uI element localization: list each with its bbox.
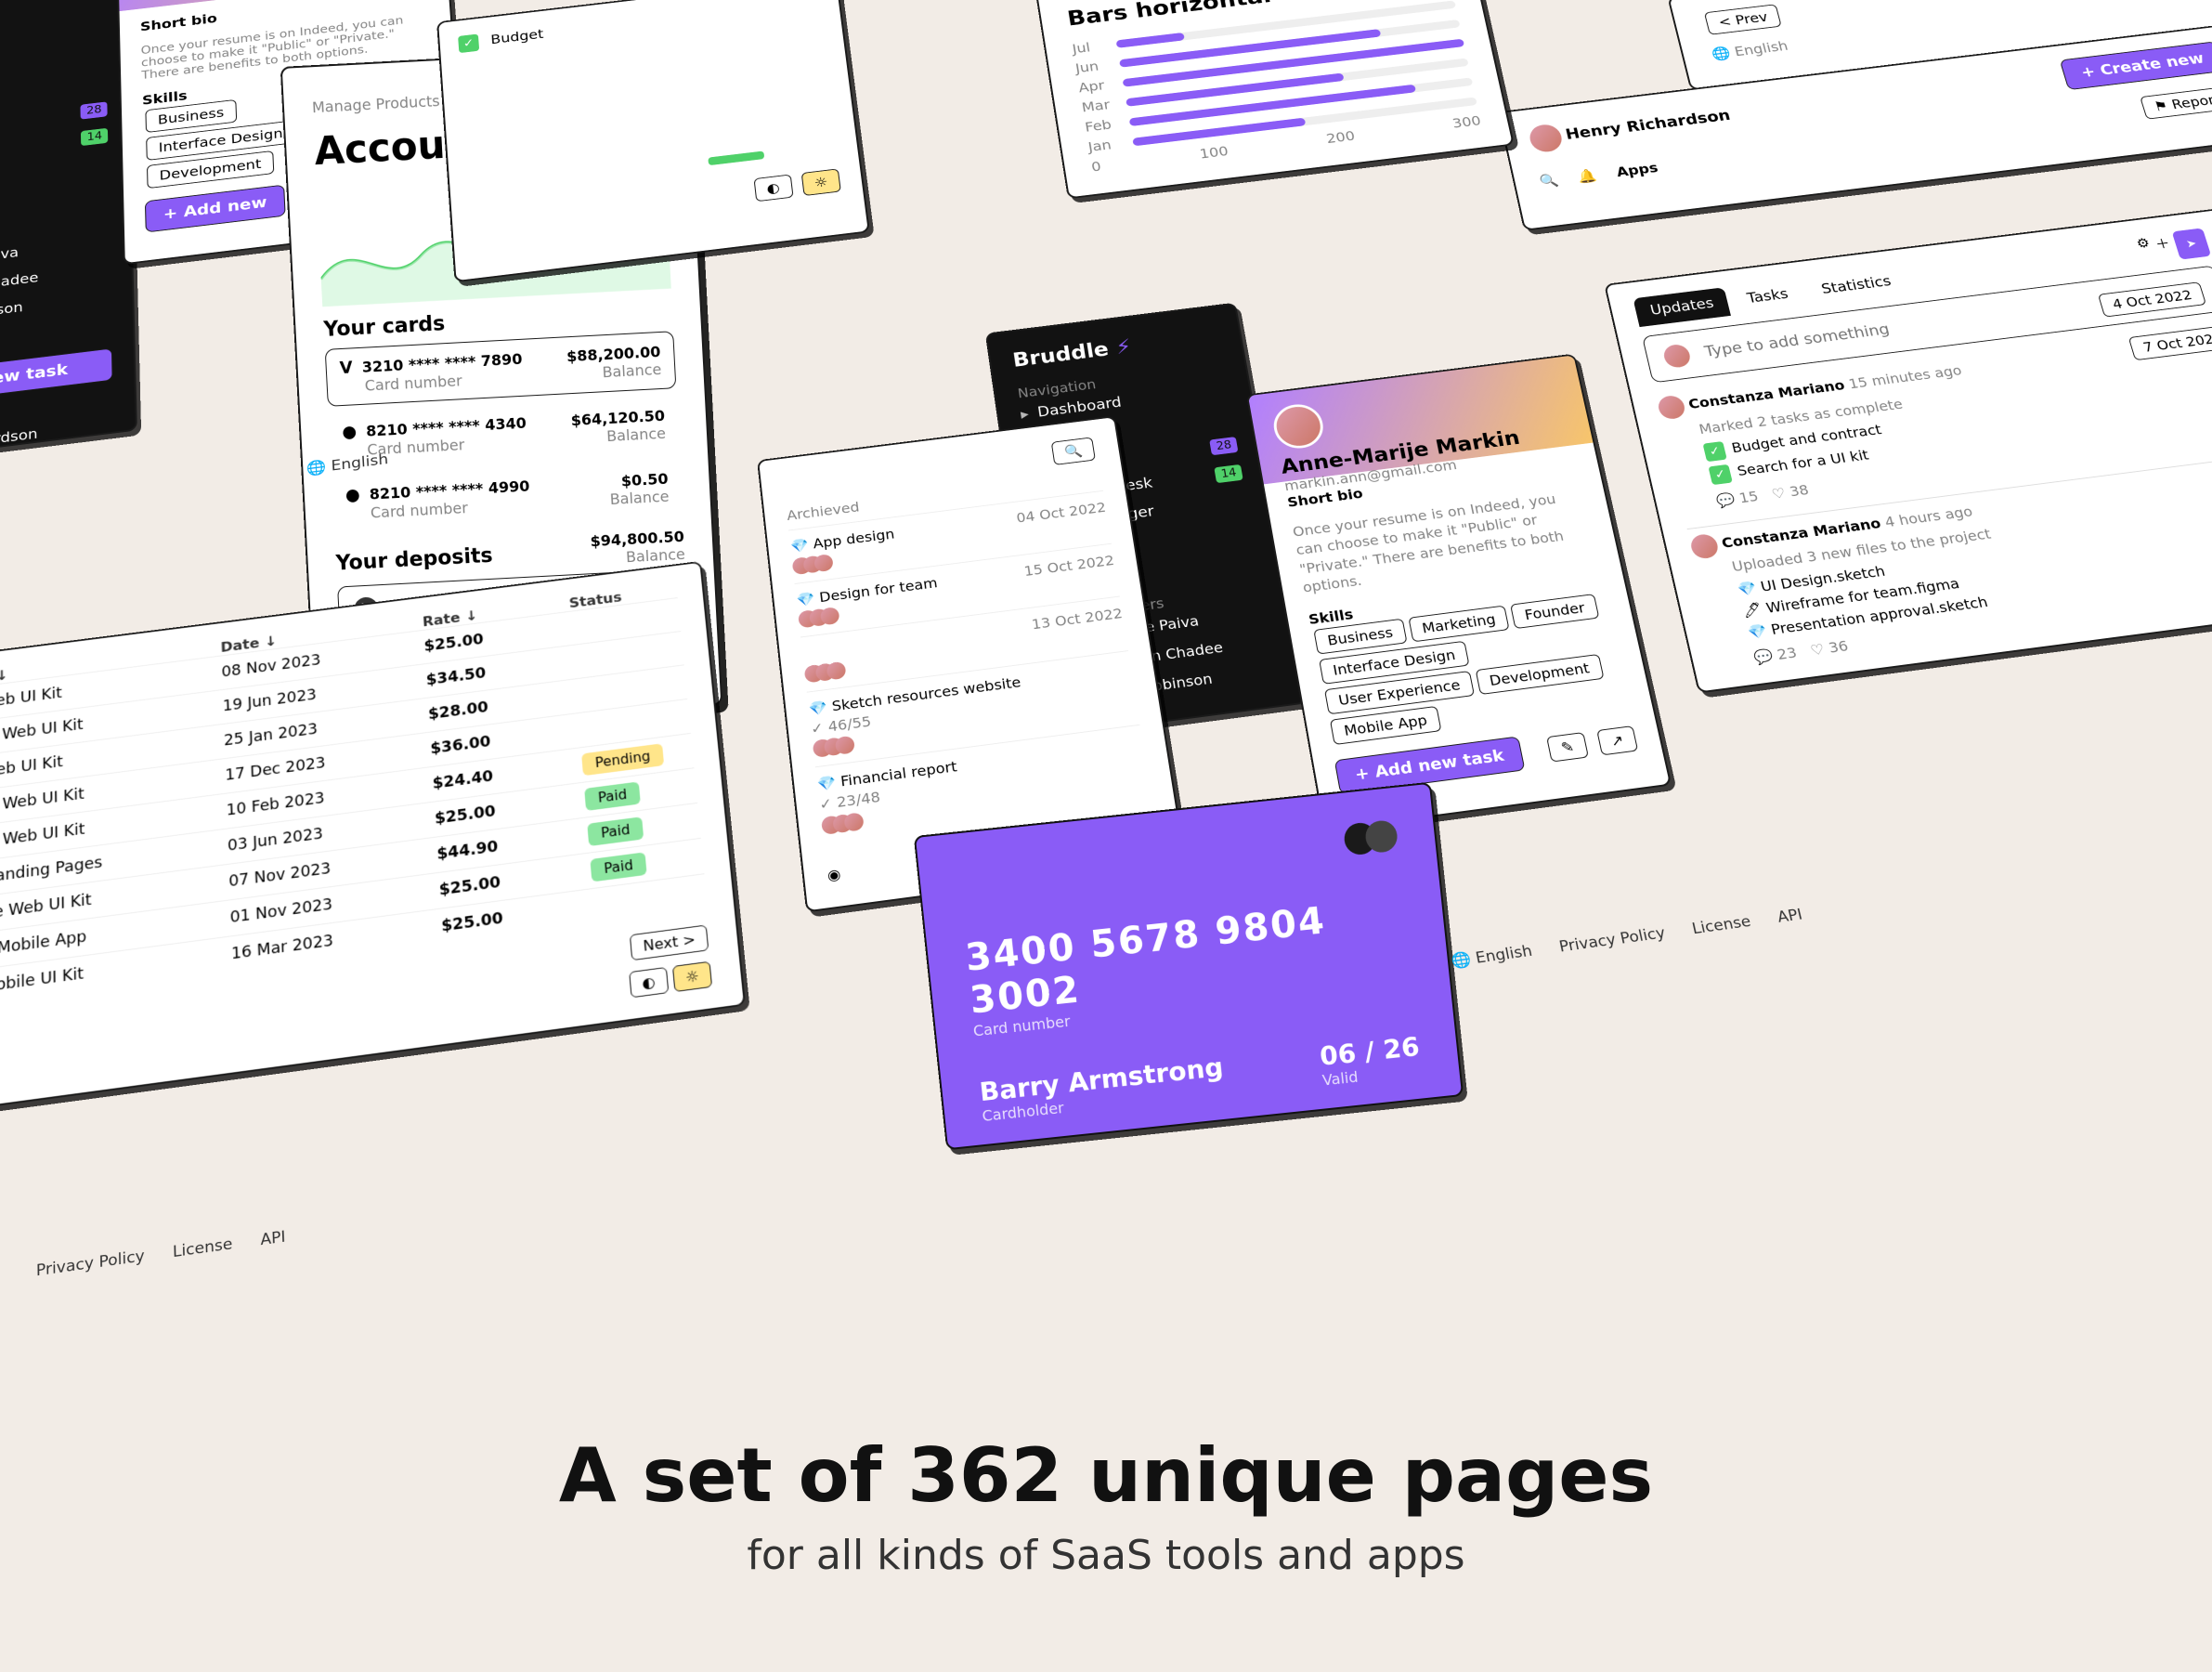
date-chip-2[interactable]: 7 Oct 2022	[2128, 324, 2212, 360]
footer-user[interactable]: Henry Richardson	[0, 414, 114, 466]
deposits-heading: Your deposits	[335, 543, 493, 575]
skill-tag[interactable]: Development	[1475, 654, 1604, 695]
privacy-link[interactable]: Privacy Policy	[36, 1247, 145, 1281]
theme-toggle[interactable]: ◐	[753, 175, 793, 202]
next-button[interactable]: Next >	[630, 924, 709, 960]
tab-updates[interactable]: Updates	[1633, 287, 1731, 327]
tab-tasks[interactable]: Tasks	[1730, 278, 1806, 315]
skill-tag[interactable]: Marketing	[1408, 605, 1510, 642]
add-new-task-button[interactable]: + Add new task	[0, 347, 113, 410]
english-link[interactable]: 🌐 English	[1450, 942, 1533, 971]
skill-tag[interactable]: Founder	[1510, 594, 1599, 629]
search-button[interactable]: 🔍	[1051, 437, 1096, 464]
edit-icon[interactable]: ✎	[1546, 732, 1588, 762]
hero-subtitle: for all kinds of SaaS tools and apps	[0, 1532, 2212, 1579]
expand-icon[interactable]: ↗	[1596, 725, 1638, 755]
theme-light[interactable]: ☼	[800, 168, 841, 196]
license-link[interactable]: License	[1690, 913, 1752, 938]
add-icon[interactable]: ＋	[2153, 232, 2176, 262]
mastercard-icon	[956, 819, 1399, 901]
api-link[interactable]: API	[260, 1228, 286, 1249]
breadcrumb[interactable]: Manage Products	[312, 92, 441, 116]
add-new-button[interactable]: + Add new	[145, 185, 286, 233]
settings-icon[interactable]: ⚙	[2134, 235, 2155, 265]
user-chip[interactable]: Henry Richardson	[1527, 102, 1733, 153]
home-icon[interactable]: ◉	[826, 865, 841, 883]
prev-button[interactable]: < Prev	[1704, 4, 1782, 34]
date-chip-1[interactable]: 4 Oct 2022	[2098, 281, 2206, 317]
search-icon[interactable]: 🔍	[1538, 172, 1559, 189]
hero-title: A set of 362 unique pages	[0, 1432, 2212, 1519]
theme-dark[interactable]: ◐	[629, 967, 669, 998]
license-link[interactable]: License	[173, 1235, 233, 1261]
bell-icon[interactable]: 🔔	[1577, 167, 1598, 185]
report-button[interactable]: ⚑ Report	[2140, 86, 2212, 120]
english-link[interactable]: 🌐 English	[1710, 38, 1789, 62]
skills-list: BusinessMarketingFounderInterface Design…	[1310, 589, 1632, 748]
api-link[interactable]: API	[1776, 906, 1804, 926]
tab-statistics[interactable]: Statistics	[1804, 266, 1909, 306]
theme-light[interactable]: ☼	[672, 961, 713, 992]
create-new-button[interactable]: + Create new	[2060, 41, 2212, 90]
apps-button[interactable]: Apps	[1615, 160, 1659, 180]
speedometer-icon: ▸	[1020, 406, 1030, 423]
privacy-link[interactable]: Privacy Policy	[1557, 924, 1667, 956]
send-button[interactable]: ➤	[2171, 228, 2211, 259]
